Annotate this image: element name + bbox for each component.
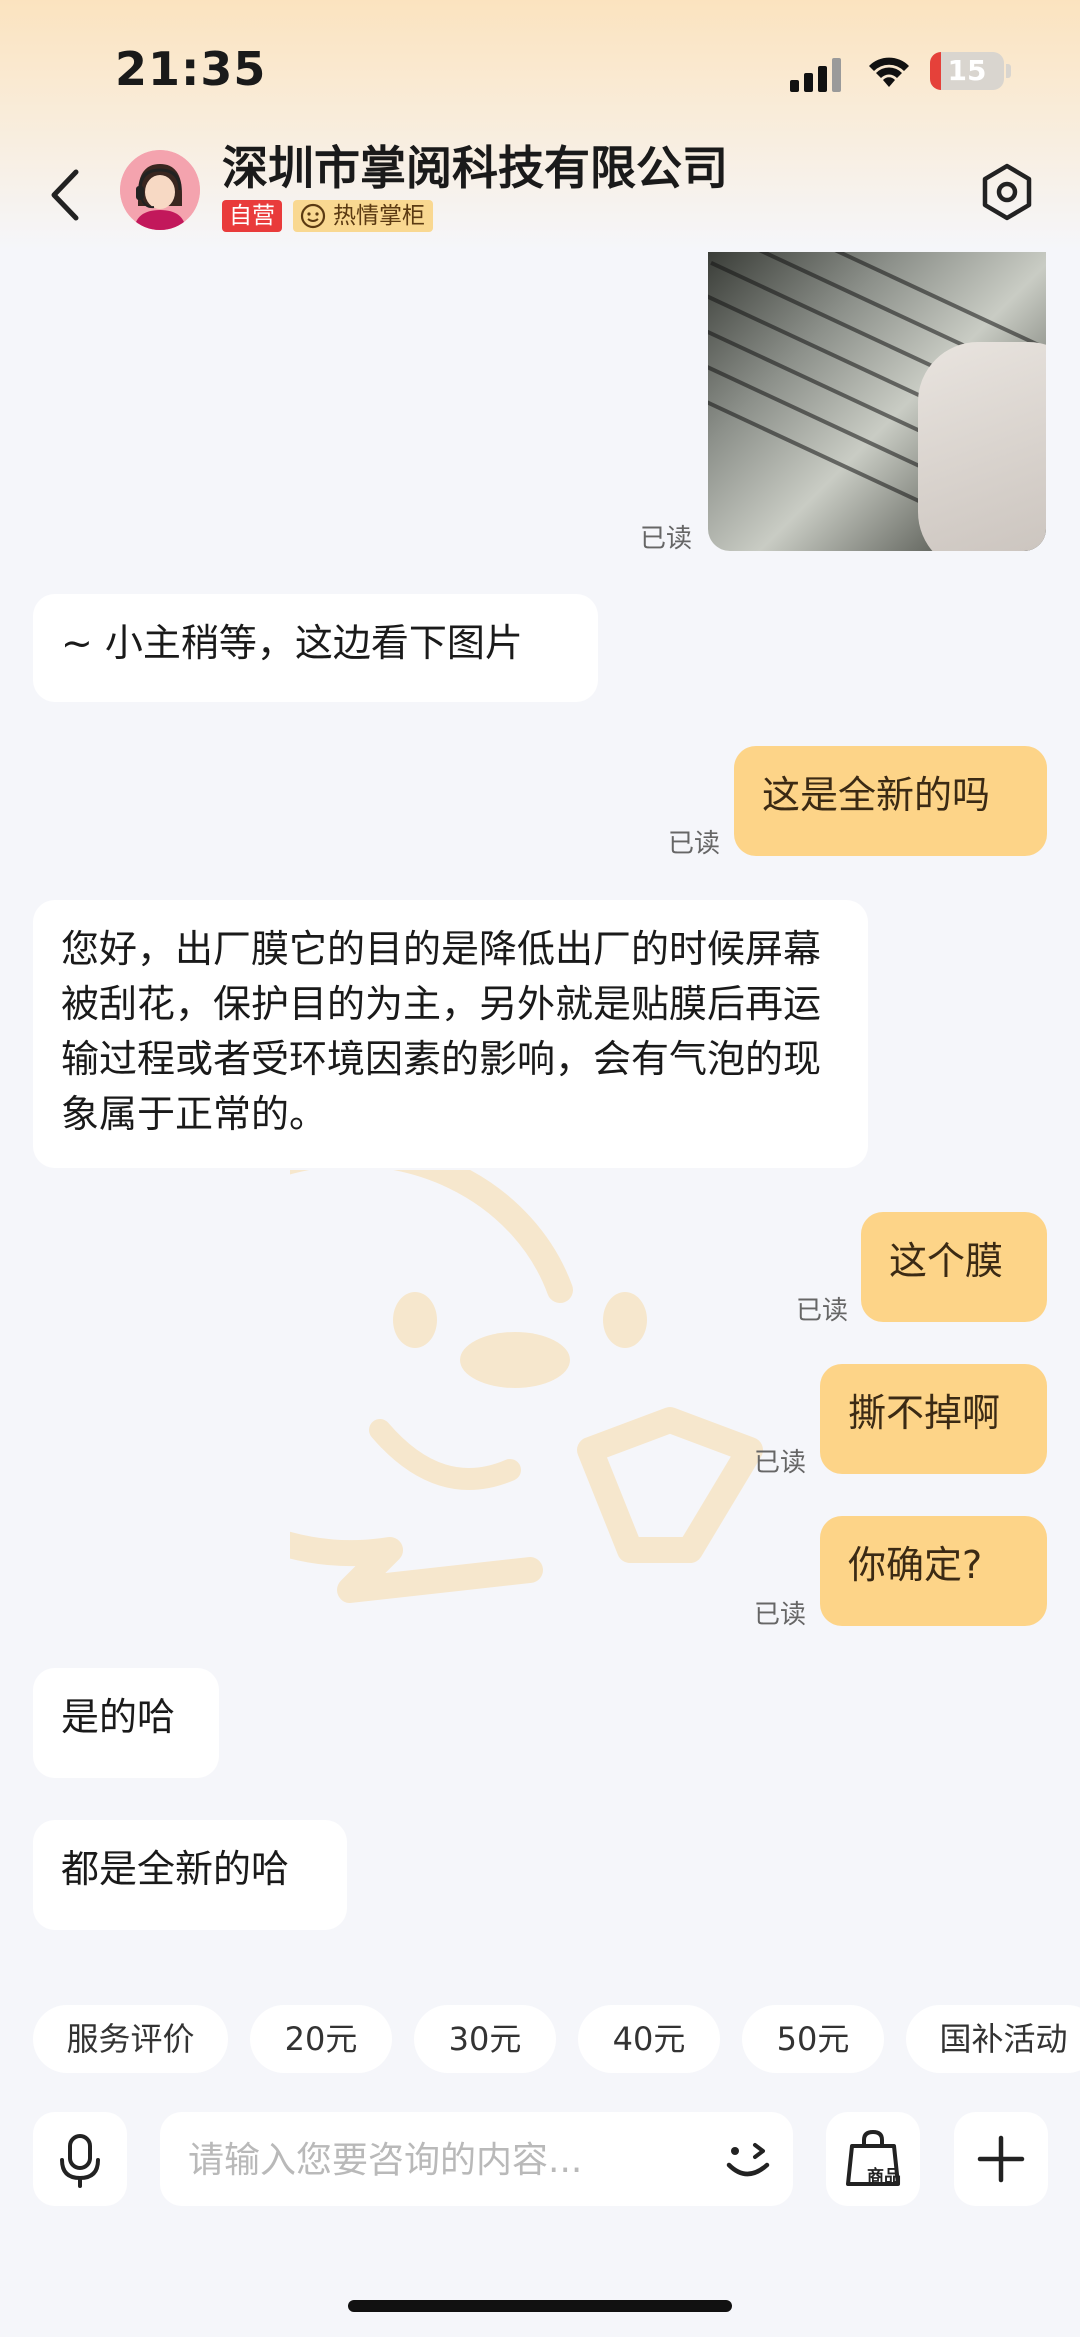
- home-indicator[interactable]: [348, 2300, 732, 2312]
- mascot-watermark-icon: [290, 1170, 763, 1603]
- quick-reply-chip[interactable]: 国补活动: [906, 2005, 1080, 2073]
- read-receipt: 已读: [754, 1600, 807, 1630]
- message-bubble-outgoing[interactable]: 这个膜: [861, 1212, 1047, 1322]
- shopping-bag-icon: 商品: [846, 2129, 901, 2187]
- message-bubble-outgoing[interactable]: 这是全新的吗: [734, 746, 1047, 856]
- read-receipt: 已读: [796, 1296, 849, 1326]
- quick-reply-chip[interactable]: 20元: [250, 2005, 392, 2073]
- quick-reply-chip[interactable]: 40元: [578, 2005, 720, 2073]
- message-input-box[interactable]: [160, 2112, 793, 2208]
- read-receipt: 已读: [640, 524, 693, 554]
- plus-icon: [977, 2135, 1025, 2183]
- read-receipt: 已读: [754, 1448, 807, 1478]
- message-bubble-incoming[interactable]: 都是全新的哈: [33, 1820, 347, 1930]
- emoji-wink-icon[interactable]: [715, 2127, 779, 2191]
- more-button[interactable]: [954, 2112, 1048, 2206]
- photo-hand: [918, 342, 1046, 551]
- image-message[interactable]: [708, 252, 1046, 551]
- message-input[interactable]: [186, 2112, 660, 2208]
- message-bubble-outgoing[interactable]: 撕不掉啊: [820, 1364, 1047, 1474]
- message-bubble-incoming[interactable]: 您好，出厂膜它的目的是降低出厂的时候屏幕被刮花，保护目的为主，另外就是贴膜后再运…: [33, 900, 868, 1168]
- voice-input-button[interactable]: [33, 2112, 127, 2206]
- quick-reply-chip[interactable]: 30元: [414, 2005, 556, 2073]
- input-bar: 商品: [0, 2110, 1080, 2210]
- message-bubble-incoming[interactable]: ~ 小主稍等，这边看下图片: [33, 594, 598, 702]
- chat-area: 已读 ~ 小主稍等，这边看下图片 已读 这是全新的吗 您好，出厂膜它的目的是降低…: [0, 0, 1080, 2337]
- quick-reply-chip[interactable]: 50元: [742, 2005, 884, 2073]
- message-bubble-outgoing[interactable]: 你确定?: [820, 1516, 1047, 1626]
- goods-label: 商品: [867, 2166, 901, 2187]
- quick-reply-chip[interactable]: 服务评价: [33, 2005, 228, 2073]
- message-bubble-incoming[interactable]: 是的哈: [33, 1668, 219, 1778]
- quick-reply-chips: 服务评价 20元 30元 40元 50元 国补活动: [0, 2005, 1080, 2075]
- microphone-icon: [60, 2134, 100, 2188]
- read-receipt: 已读: [668, 829, 721, 859]
- goods-button[interactable]: 商品: [826, 2112, 920, 2206]
